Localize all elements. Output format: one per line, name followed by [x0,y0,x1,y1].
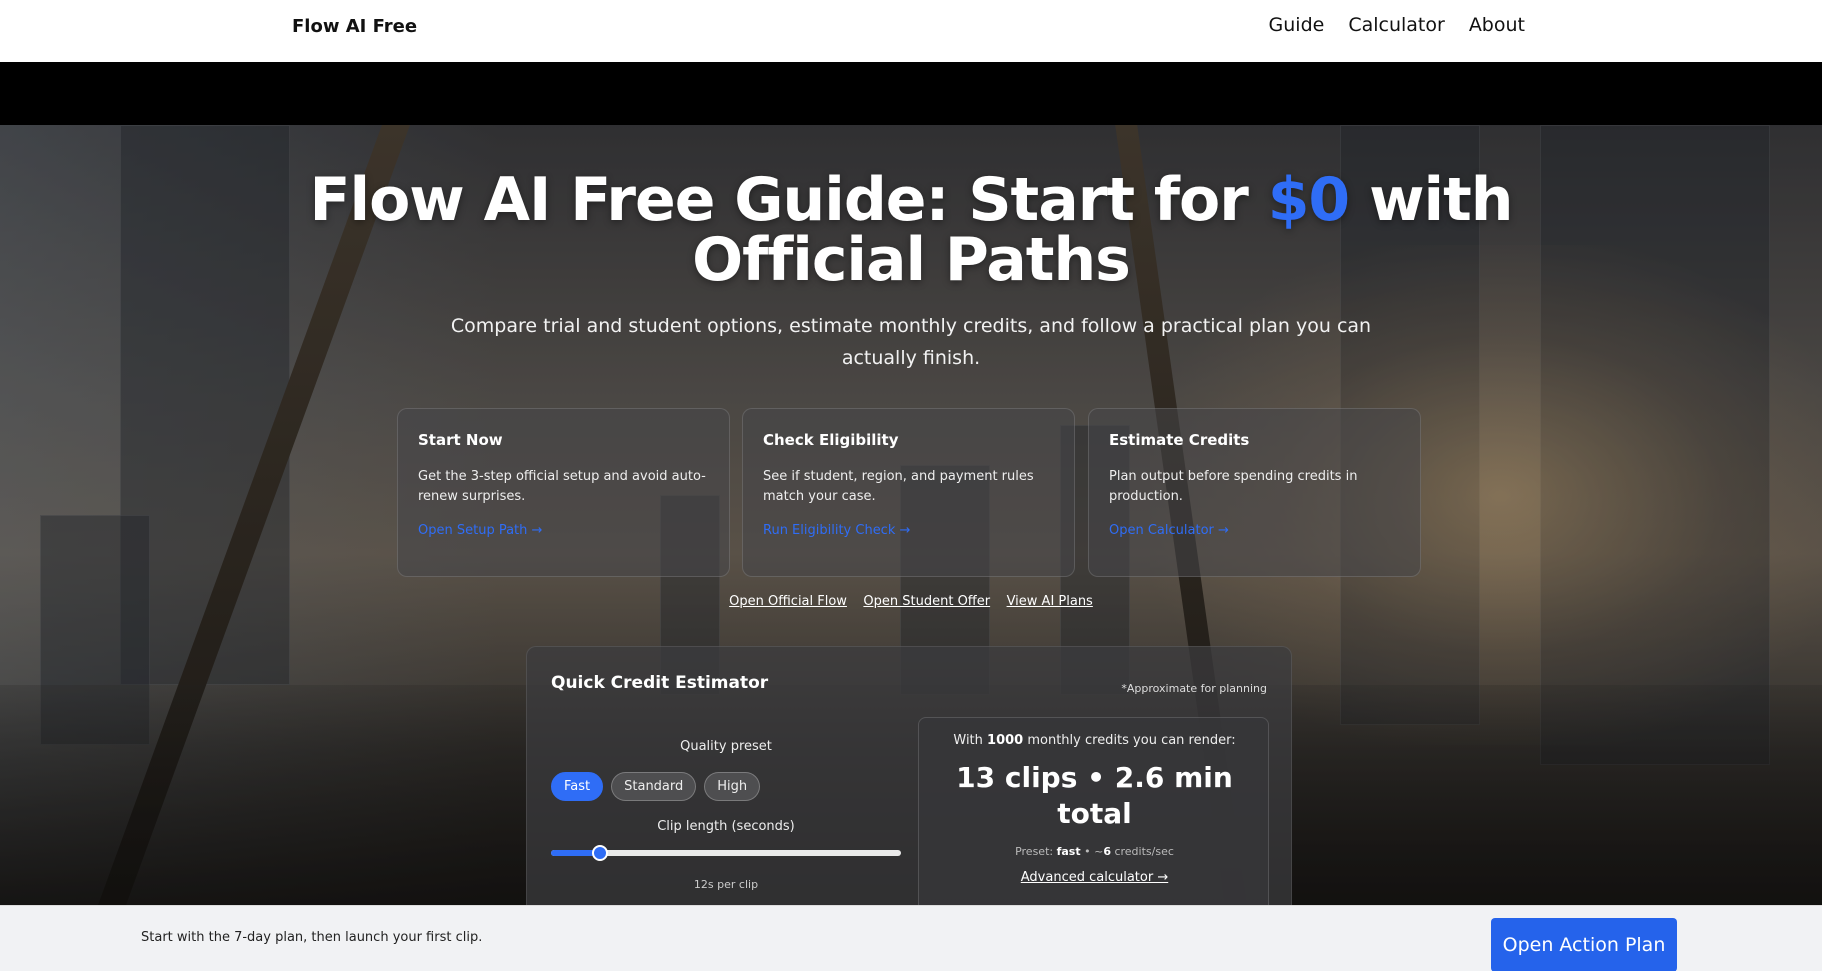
quick-links: Open Official Flow Open Student Offer Vi… [0,592,1822,610]
link-student-offer[interactable]: Open Student Offer [863,594,990,609]
link-official-flow[interactable]: Open Official Flow [729,594,847,609]
advanced-calculator-link[interactable]: Advanced calculator → [1021,870,1168,885]
title-accent-price: $0 [1267,165,1350,235]
brand-logo[interactable]: Flow AI Free [292,16,417,37]
preset-high-button[interactable]: High [704,772,761,801]
preset-rate-line: Preset: fast • ~6 credits/sec [1015,845,1174,858]
nav-link-calculator[interactable]: Calculator [1348,14,1444,36]
hero-top-band [0,62,1822,125]
card-body: See if student, region, and payment rule… [763,469,1034,504]
top-navigation-bar: Flow AI Free Guide Calculator About [0,0,1822,62]
nav-link-guide[interactable]: Guide [1269,14,1325,36]
nav-link-about[interactable]: About [1469,14,1525,36]
page-title: Flow AI Free Guide: Start for $0 with Of… [300,170,1522,290]
card-title: Estimate Credits [1109,431,1250,449]
card-title: Start Now [418,431,503,449]
link-ai-plans[interactable]: View AI Plans [1007,594,1093,609]
card-title: Check Eligibility [763,431,899,449]
estimator-note: *Approximate for planning [1121,682,1267,695]
action-bar-message: Start with the 7-day plan, then launch y… [141,930,483,945]
open-action-plan-button[interactable]: Open Action Plan [1491,918,1677,971]
card-check-eligibility[interactable]: Check Eligibility See if student, region… [742,408,1075,577]
clip-length-slider[interactable] [551,845,901,861]
per-clip-text: 12s per clip [693,878,759,891]
card-body: Get the 3-step official setup and avoid … [418,469,706,504]
quick-credit-estimator: Quick Credit Estimator *Approximate for … [526,646,1292,947]
quality-preset-group: Fast Standard High [551,772,761,801]
card-estimate-credits[interactable]: Estimate Credits Plan output before spen… [1088,408,1421,577]
main-nav: Guide Calculator About [1269,14,1525,36]
sticky-action-bar: Start with the 7-day plan, then launch y… [0,905,1822,971]
card-start-now[interactable]: Start Now Get the 3-step official setup … [397,408,730,577]
render-estimate: 13 clips • 2.6 min total [956,761,1233,830]
slider-thumb[interactable] [592,845,608,861]
preset-standard-button[interactable]: Standard [611,772,697,801]
estimator-title: Quick Credit Estimator [551,673,769,693]
clip-length-label: Clip length (seconds) [657,819,795,834]
card-link-calculator[interactable]: Open Calculator → [1109,523,1229,538]
card-link-eligibility-check[interactable]: Run Eligibility Check → [763,523,910,538]
preset-fast-button[interactable]: Fast [551,772,604,801]
card-link-setup-path[interactable]: Open Setup Path → [418,523,542,538]
card-body: Plan output before spending credits in p… [1109,469,1358,504]
credits-value: 1000 [987,733,1024,748]
credits-line: With 1000 monthly credits you can render… [953,733,1236,748]
hero-subtitle: Compare trial and student options, estim… [450,315,1372,369]
quality-preset-label: Quality preset [680,739,772,754]
